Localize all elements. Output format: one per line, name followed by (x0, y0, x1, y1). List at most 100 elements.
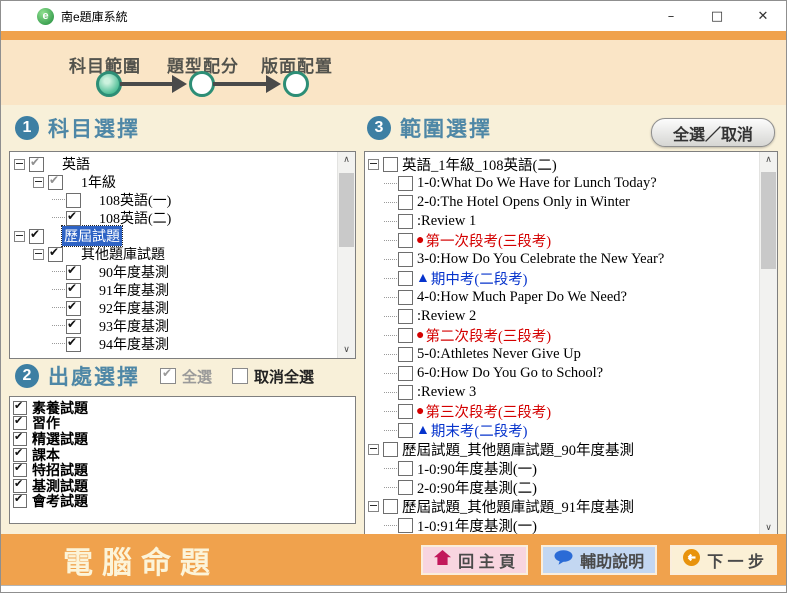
select-all-checkbox[interactable] (160, 368, 176, 384)
tree-item[interactable]: 5-0:Athletes Never Give Up (365, 345, 777, 364)
tree-item[interactable]: 歷屆試題_其他題庫試題_91年度基測 (365, 497, 777, 516)
list-checkbox[interactable] (13, 432, 27, 446)
tree-checkbox[interactable] (398, 309, 413, 324)
scroll-down-icon[interactable]: ∨ (338, 342, 355, 358)
tree-checkbox[interactable] (398, 252, 413, 267)
tree-item[interactable]: 歷屆試題 (10, 227, 355, 245)
tree-item[interactable]: 90年度基測 (10, 263, 355, 281)
tree-checkbox[interactable] (66, 211, 81, 226)
tree-checkbox[interactable] (66, 193, 81, 208)
scroll-up-icon[interactable]: ∧ (760, 152, 777, 168)
tree-checkbox[interactable] (398, 404, 413, 419)
close-button[interactable]: ✕ (740, 1, 786, 31)
tree-checkbox[interactable] (66, 319, 81, 334)
list-checkbox[interactable] (13, 463, 27, 477)
list-checkbox[interactable] (13, 416, 27, 430)
select-toggle-button[interactable]: 全選／取消 (651, 118, 775, 147)
scrollbar-thumb[interactable] (339, 173, 354, 247)
select-all-group: 全選 (160, 366, 212, 387)
tree-item[interactable]: 91年度基測 (10, 281, 355, 299)
list-item[interactable]: 素養試題 (10, 400, 355, 416)
list-checkbox[interactable] (13, 494, 27, 508)
collapse-expander-icon[interactable] (368, 501, 379, 512)
collapse-expander-icon[interactable] (33, 249, 44, 260)
scrollbar-thumb[interactable] (761, 172, 776, 269)
tree-item[interactable]: 其他題庫試題 (10, 245, 355, 263)
tree-checkbox[interactable] (383, 442, 398, 457)
tree-checkbox[interactable] (398, 347, 413, 362)
tree-item[interactable]: :Review 2 (365, 307, 777, 326)
scroll-up-icon[interactable]: ∧ (338, 152, 355, 168)
tree-checkbox[interactable] (398, 518, 413, 533)
tree-item[interactable]: 歷屆試題_其他題庫試題_90年度基測 (365, 440, 777, 459)
list-checkbox[interactable] (13, 401, 27, 415)
tree-item[interactable]: 93年度基測 (10, 317, 355, 335)
tree-item[interactable]: 108英語(二) (10, 209, 355, 227)
tree-checkbox[interactable] (66, 301, 81, 316)
tree-checkbox[interactable] (398, 385, 413, 400)
tree-checkbox[interactable] (48, 247, 63, 262)
tree-checkbox[interactable] (398, 366, 413, 381)
tree-item[interactable]: ▲期中考(二段考) (365, 269, 777, 288)
tree-checkbox[interactable] (383, 157, 398, 172)
range-tree-scrollbar[interactable]: ∧ ∨ (759, 152, 777, 536)
tree-item[interactable]: 1-0:91年度基測(一) (365, 516, 777, 535)
tree-item[interactable]: 英語 (10, 155, 355, 173)
collapse-expander-icon[interactable] (368, 444, 379, 455)
tree-item[interactable]: 3-0:How Do You Celebrate the New Year? (365, 250, 777, 269)
tree-item[interactable]: 2-0:90年度基測(二) (365, 478, 777, 497)
tree-item[interactable]: :Review 3 (365, 383, 777, 402)
maximize-button[interactable]: □ (694, 1, 740, 31)
tree-checkbox[interactable] (29, 229, 44, 244)
subject-tree-scrollbar[interactable]: ∧ ∨ (337, 152, 355, 358)
tree-checkbox[interactable] (383, 499, 398, 514)
tree-checkbox[interactable] (398, 290, 413, 305)
tree-item[interactable]: 108英語(一) (10, 191, 355, 209)
tree-item[interactable]: 94年度基測 (10, 335, 355, 353)
tree-item[interactable]: ●第三次段考(三段考) (365, 402, 777, 421)
tree-item[interactable]: 英語_1年級_108英語(二) (365, 155, 777, 174)
tree-item[interactable]: ●第二次段考(三段考) (365, 326, 777, 345)
tree-checkbox[interactable] (398, 423, 413, 438)
tree-item[interactable]: 6-0:How Do You Go to School? (365, 364, 777, 383)
collapse-expander-icon[interactable] (14, 231, 25, 242)
tree-item[interactable]: 1-0:What Do We Have for Lunch Today? (365, 174, 777, 193)
list-item[interactable]: 會考試題 (10, 494, 355, 510)
collapse-expander-icon[interactable] (14, 159, 25, 170)
tree-checkbox[interactable] (398, 195, 413, 210)
tree-checkbox[interactable] (66, 283, 81, 298)
tree-checkbox[interactable] (66, 337, 81, 352)
deselect-all-checkbox[interactable] (232, 368, 248, 384)
home-button[interactable]: 回 主 頁 (421, 545, 528, 575)
list-checkbox[interactable] (13, 479, 27, 493)
step-circle-1[interactable] (96, 71, 122, 97)
range-tree-panel: 英語_1年級_108英語(二)1-0:What Do We Have for L… (364, 151, 778, 537)
tree-item[interactable]: 1年級 (10, 173, 355, 191)
tree-item[interactable]: 92年度基測 (10, 299, 355, 317)
tree-item[interactable]: 4-0:How Much Paper Do We Need? (365, 288, 777, 307)
tree-checkbox[interactable] (66, 265, 81, 280)
collapse-expander-icon[interactable] (368, 159, 379, 170)
help-button[interactable]: 輔助說明 (541, 545, 657, 575)
tree-checkbox[interactable] (398, 233, 413, 248)
tree-checkbox[interactable] (48, 175, 63, 190)
step-circle-2[interactable] (189, 71, 215, 97)
tree-item[interactable]: 1-0:90年度基測(一) (365, 459, 777, 478)
tree-checkbox[interactable] (398, 176, 413, 191)
tree-item[interactable]: ▲期末考(二段考) (365, 421, 777, 440)
list-item[interactable]: 精選試題 (10, 431, 355, 447)
collapse-expander-icon[interactable] (33, 177, 44, 188)
tree-checkbox[interactable] (398, 214, 413, 229)
tree-checkbox[interactable] (29, 157, 44, 172)
tree-checkbox[interactable] (398, 328, 413, 343)
step-circle-3[interactable] (283, 71, 309, 97)
minimize-button[interactable]: – (648, 1, 694, 31)
tree-item[interactable]: :Review 1 (365, 212, 777, 231)
tree-checkbox[interactable] (398, 461, 413, 476)
tree-item[interactable]: 2-0:The Hotel Opens Only in Winter (365, 193, 777, 212)
list-checkbox[interactable] (13, 448, 27, 462)
tree-item[interactable]: ●第一次段考(三段考) (365, 231, 777, 250)
tree-checkbox[interactable] (398, 480, 413, 495)
tree-checkbox[interactable] (398, 271, 413, 286)
next-step-button[interactable]: 下 一 步 (670, 545, 777, 575)
